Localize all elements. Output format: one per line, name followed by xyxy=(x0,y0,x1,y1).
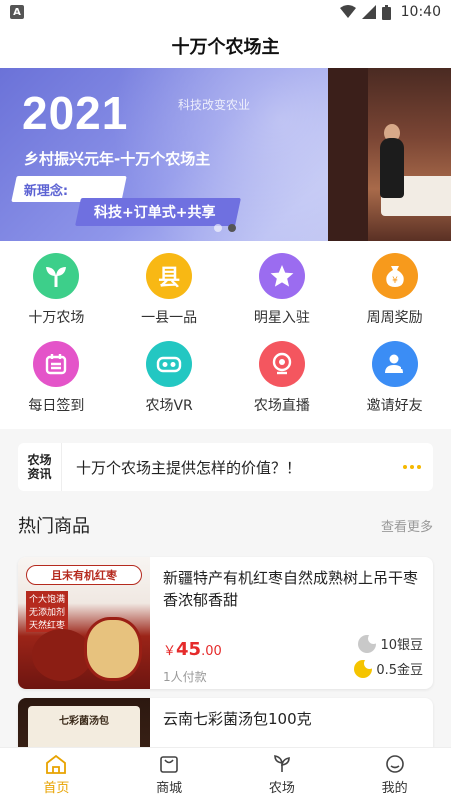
buyer-count: 1人付款 xyxy=(163,670,207,684)
section-title: 热门商品 xyxy=(18,516,90,537)
feature-farms[interactable]: 十万农场 xyxy=(0,253,113,341)
tab-shop[interactable]: 商城 xyxy=(113,748,226,800)
pager-dot[interactable] xyxy=(214,224,222,232)
clock: 10:40 xyxy=(400,4,441,20)
product-info: 新疆特产有机红枣自然成熟树上吊干枣香浓郁香甜 ￥45.00 1人付款 10银豆 … xyxy=(163,567,423,689)
banner-photo xyxy=(328,68,451,241)
bottom-tab-bar: 首页 商城 农场 我的 xyxy=(0,747,451,800)
price-decimal: .00 xyxy=(201,644,222,659)
notice-text[interactable]: 十万个农场主提供怎样的价值？！ xyxy=(76,457,301,478)
feature-invite[interactable]: 邀请好友 xyxy=(338,341,451,429)
feature-label: 一县一品 xyxy=(141,310,198,326)
camera-icon xyxy=(258,341,305,387)
profile-icon xyxy=(385,753,405,775)
banner-background-text: 科技改变农业 xyxy=(178,98,251,112)
banner-tags-text: 科技+订单式+共享 xyxy=(94,205,216,221)
wifi-icon xyxy=(339,5,356,18)
product-card[interactable]: 且末有机红枣 个大饱满 无添加剂 天然红枣 新疆特产有机红枣自然成熟树上吊干枣香… xyxy=(18,557,433,689)
feature-stars[interactable]: 明星入驻 xyxy=(226,253,339,341)
tab-home[interactable]: 首页 xyxy=(0,748,113,800)
product-image: 且末有机红枣 个大饱满 无添加剂 天然红枣 xyxy=(18,557,150,689)
add-friend-icon xyxy=(371,341,418,387)
feature-checkin[interactable]: 每日签到 xyxy=(0,341,113,429)
feature-label: 明星入驻 xyxy=(253,310,310,326)
news-notice[interactable]: 农场 资讯 十万个农场主提供怎样的价值？！ xyxy=(18,443,433,491)
product-price: ￥45.00 xyxy=(163,639,222,660)
sprout-icon xyxy=(33,253,80,299)
gold-bean-text: 0.5金豆 xyxy=(376,663,423,678)
feature-label: 十万农场 xyxy=(28,310,85,326)
feature-label: 农场VR xyxy=(145,398,193,414)
price-integer: 45 xyxy=(176,639,202,660)
feature-rewards[interactable]: ¥ 周周奖励 xyxy=(338,253,451,341)
gold-bean-reward: 0.5金豆 xyxy=(354,657,423,678)
svg-text:¥: ¥ xyxy=(392,276,398,286)
feature-grid: 十万农场 县 一县一品 明星入驻 ¥ 周周奖励 每日签到 农场VR 农场直播 邀… xyxy=(0,241,451,429)
banner-pager[interactable] xyxy=(214,224,236,232)
logo-bottom: 资讯 xyxy=(27,467,52,481)
status-right: 10:40 xyxy=(339,4,441,20)
gold-bean-icon xyxy=(354,657,376,678)
shop-bag-icon xyxy=(159,753,179,775)
banner-subtitle: 乡村振兴元年-十万个农场主 xyxy=(24,150,211,168)
silver-bean-reward: 10银豆 xyxy=(358,632,423,653)
star-icon xyxy=(258,253,305,299)
tab-farm[interactable]: 农场 xyxy=(226,748,339,800)
more-dots-icon[interactable] xyxy=(403,465,421,469)
calendar-icon xyxy=(33,341,80,387)
product-name: 新疆特产有机红枣自然成熟树上吊干枣香浓郁香甜 xyxy=(163,569,419,609)
banner-concept-text: 新理念: xyxy=(23,184,69,199)
status-bar: A 10:40 xyxy=(0,0,451,24)
product-name: 云南七彩菌汤包100克 xyxy=(163,710,312,728)
promo-banner[interactable]: 科技改变农业 2021 乡村振兴元年-十万个农场主 新理念: 科技+订单式+共享 xyxy=(0,68,451,241)
farm-leaf-icon xyxy=(272,753,292,775)
logo-top: 农场 xyxy=(27,453,52,467)
notification-a-icon: A xyxy=(10,5,24,19)
feature-live[interactable]: 农场直播 xyxy=(226,341,339,429)
tab-label: 我的 xyxy=(381,780,408,796)
farm-news-logo: 农场 资讯 xyxy=(18,443,62,491)
feature-label: 农场直播 xyxy=(253,398,310,414)
view-more-link[interactable]: 查看更多 xyxy=(381,516,433,535)
silver-bean-text: 10银豆 xyxy=(380,638,423,653)
price-symbol: ￥ xyxy=(163,644,177,659)
feature-label: 每日签到 xyxy=(28,398,85,414)
curtain xyxy=(328,68,368,241)
red-date xyxy=(32,629,92,681)
silver-bean-icon xyxy=(358,632,380,653)
signal-icon xyxy=(361,5,376,19)
banner-year: 2021 xyxy=(22,87,129,139)
pager-dot-active[interactable] xyxy=(228,224,236,232)
vr-headset-icon xyxy=(146,341,193,387)
speaker xyxy=(380,138,404,198)
feature-vr[interactable]: 农场VR xyxy=(113,341,226,429)
banner-tags-badge: 科技+订单式+共享 xyxy=(75,198,241,226)
feature-county[interactable]: 县 一县一品 xyxy=(113,253,226,341)
tab-profile[interactable]: 我的 xyxy=(338,748,451,800)
tab-label: 农场 xyxy=(268,780,295,796)
feature-label: 邀请好友 xyxy=(366,398,423,414)
money-bag-icon: ¥ xyxy=(371,253,418,299)
product-image-tag: 且末有机红枣 xyxy=(26,565,142,585)
hot-products-header: 热门商品 查看更多 xyxy=(18,510,433,540)
county-icon: 县 xyxy=(146,253,193,299)
page-title: 十万个农场主 xyxy=(0,24,451,68)
feature-label: 周周奖励 xyxy=(366,310,423,326)
tab-label: 首页 xyxy=(43,780,70,796)
battery-icon xyxy=(381,4,391,20)
red-date-cut xyxy=(84,617,142,681)
tab-label: 商城 xyxy=(156,780,183,796)
home-icon xyxy=(45,753,67,775)
